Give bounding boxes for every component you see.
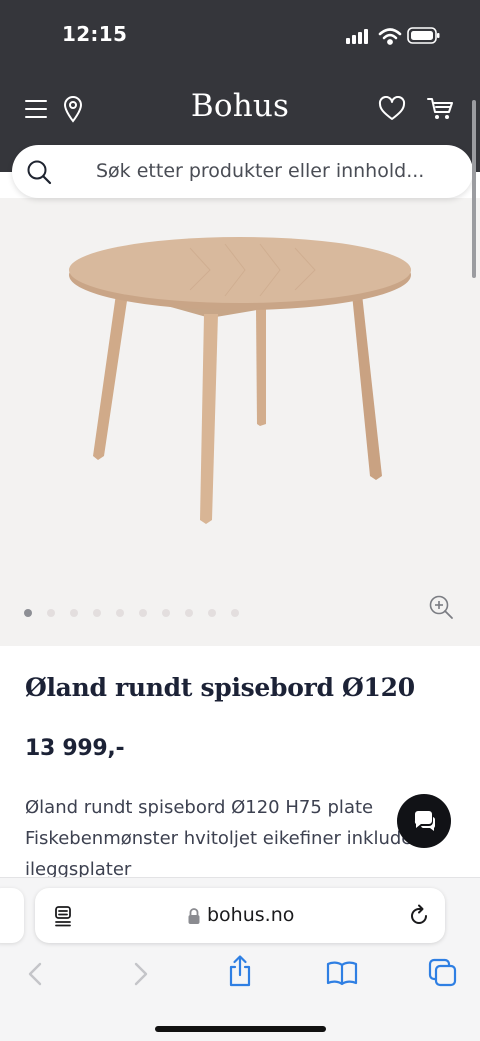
- back-icon[interactable]: [24, 960, 48, 988]
- product-description: Øland rundt spisebord Ø120 H75 plate Fis…: [25, 797, 427, 880]
- pagination-dot[interactable]: [231, 609, 239, 617]
- forward-icon[interactable]: [128, 960, 152, 988]
- page-scrollbar[interactable]: [472, 100, 476, 278]
- address-url: bohus.no: [207, 904, 295, 926]
- brand-logo[interactable]: Bohus: [0, 88, 480, 124]
- home-indicator: [155, 1026, 326, 1032]
- zoom-in-icon[interactable]: [428, 594, 454, 620]
- cart-icon[interactable]: [426, 96, 454, 122]
- pagination-dot[interactable]: [116, 609, 124, 617]
- status-icons: [346, 27, 440, 45]
- search-placeholder: Søk etter produkter eller innhold...: [96, 160, 425, 182]
- search-icon: [27, 160, 52, 185]
- pagination-dot[interactable]: [93, 609, 101, 617]
- reload-icon[interactable]: [407, 904, 431, 928]
- pagination-dot[interactable]: [70, 609, 78, 617]
- pagination-dot[interactable]: [208, 609, 216, 617]
- product-title: Øland rundt spisebord Ø120: [25, 673, 415, 702]
- wifi-icon: [378, 28, 402, 45]
- share-icon[interactable]: [226, 954, 254, 988]
- product-gallery[interactable]: [0, 198, 480, 646]
- address-bar[interactable]: bohus.no: [35, 888, 445, 943]
- pagination-dot[interactable]: [162, 609, 170, 617]
- search-input[interactable]: Søk etter produkter eller innhold...: [12, 145, 473, 198]
- product-price: 13 999,-: [25, 736, 125, 761]
- pagination-dot[interactable]: [47, 609, 55, 617]
- reader-mode-icon[interactable]: [53, 905, 75, 927]
- chat-button[interactable]: [397, 794, 451, 848]
- status-time: 12:15: [62, 22, 128, 46]
- pagination-dot[interactable]: [24, 609, 32, 617]
- heart-icon[interactable]: [378, 96, 406, 122]
- previous-tab-preview[interactable]: [0, 888, 24, 943]
- lock-icon: [188, 908, 200, 924]
- cellular-signal-icon: [346, 29, 368, 44]
- battery-icon: [407, 27, 440, 44]
- bookmarks-icon[interactable]: [326, 960, 358, 986]
- product-image[interactable]: [60, 228, 420, 528]
- browser-toolbar: bohus.no: [0, 877, 480, 1041]
- gallery-pagination: [24, 609, 239, 619]
- tabs-icon[interactable]: [428, 958, 458, 988]
- pagination-dot[interactable]: [139, 609, 147, 617]
- pagination-dot[interactable]: [185, 609, 193, 617]
- chat-bubbles-icon: [414, 811, 436, 831]
